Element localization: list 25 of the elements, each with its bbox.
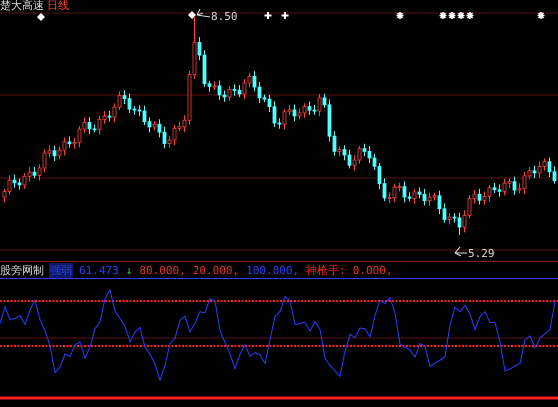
- indicator-value: 20.000,: [192, 264, 240, 276]
- leader-line: [196, 8, 210, 18]
- period-label: 日线: [47, 0, 69, 12]
- stock-name: 楚大高速: [0, 0, 44, 12]
- indicator-value: 80.000,: [138, 264, 187, 276]
- diamond-icon: [37, 13, 45, 21]
- star-icon: [536, 11, 546, 20]
- indicator-source: 股旁网制: [0, 262, 44, 278]
- star-icon: [466, 11, 474, 20]
- star-icon: [438, 11, 448, 20]
- indicator-value: 61.473: [78, 264, 120, 276]
- indicator-value: ↓: [124, 264, 134, 276]
- plus-icon: [280, 11, 290, 20]
- indicator-value: 100.000,: [245, 264, 300, 276]
- star-icon: [448, 11, 456, 20]
- indicator-value: 强弱: [49, 262, 73, 278]
- diamond-icon: [188, 11, 196, 19]
- price-label: 5.29: [468, 247, 494, 260]
- indicator-value: 神枪手:: [305, 262, 347, 278]
- leader-line: [454, 246, 468, 256]
- star-icon: [456, 11, 466, 20]
- star-icon: [396, 11, 404, 20]
- price-label: 8.50: [211, 10, 238, 23]
- indicator-value: 0.000,: [352, 264, 394, 276]
- plus-icon: [264, 11, 272, 20]
